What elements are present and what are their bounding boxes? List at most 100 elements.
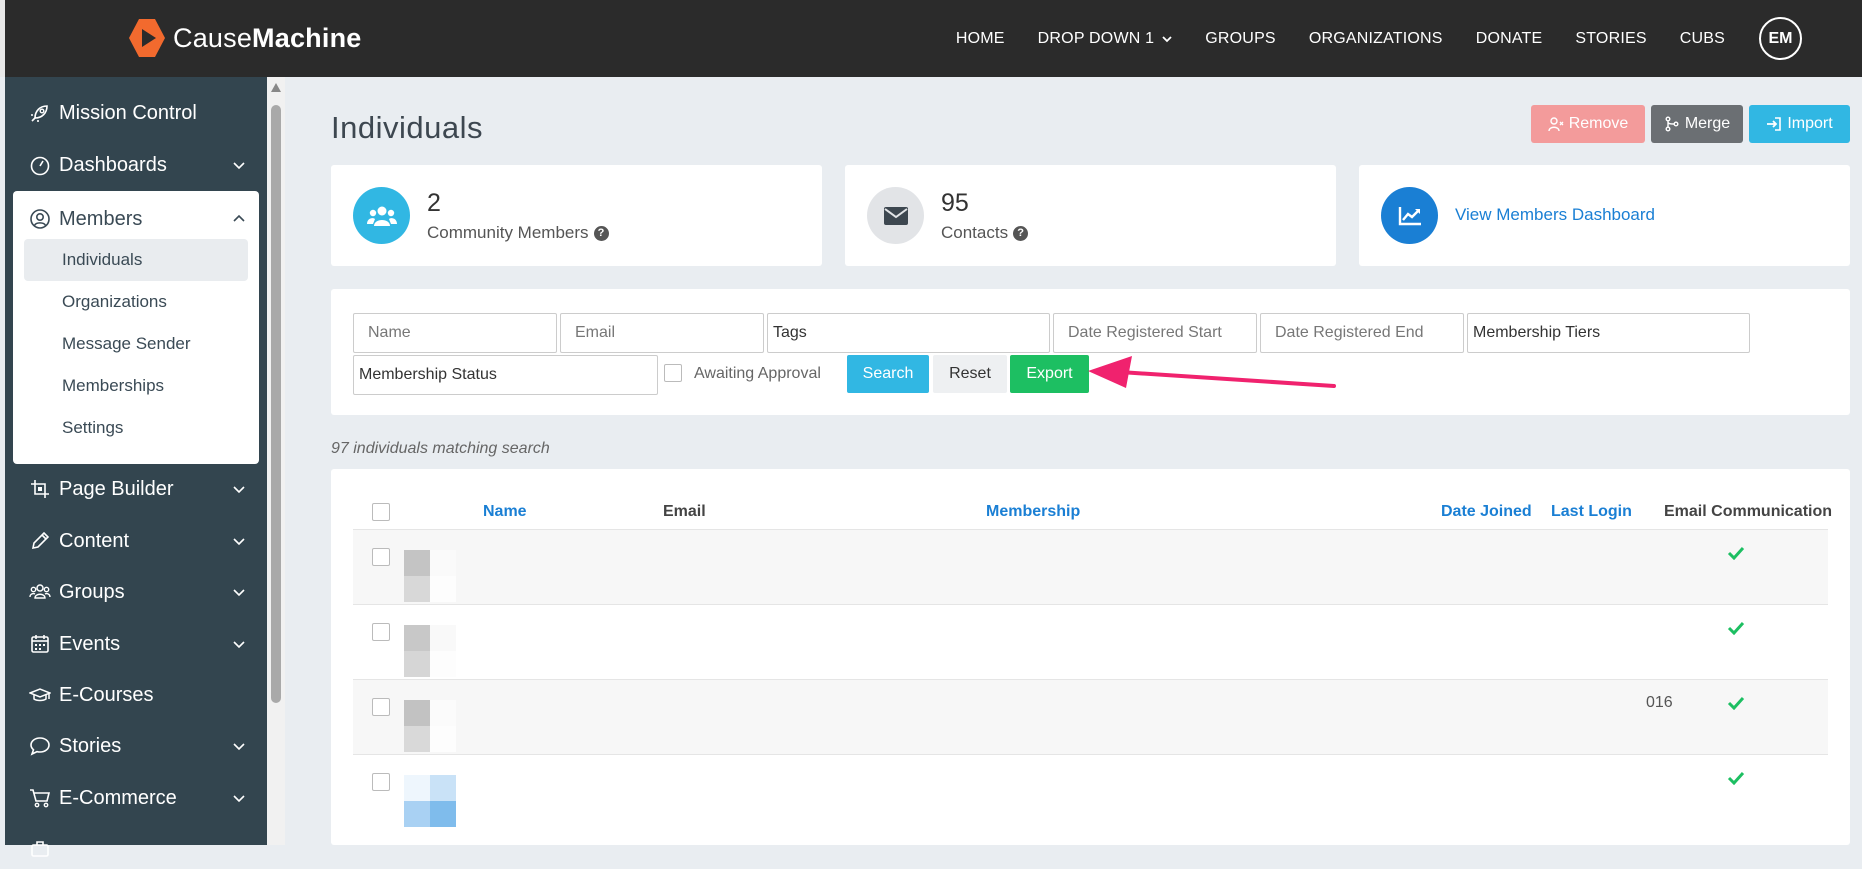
date-registered-start-input[interactable]: Date Registered Start — [1053, 313, 1257, 353]
row-checkbox[interactable] — [372, 773, 390, 791]
sign-in-icon — [1767, 117, 1782, 131]
sidebar-item-label: Stories — [59, 734, 122, 757]
sidebar-item-e-courses[interactable]: E-Courses — [5, 675, 267, 715]
nav-organizations[interactable]: ORGANIZATIONS — [1309, 30, 1443, 48]
brand-logo[interactable]: CauseMachine — [127, 16, 361, 60]
sidebar-item-mission-control[interactable]: Mission Control — [5, 93, 267, 133]
line-chart-icon — [1398, 206, 1421, 225]
nav-stories[interactable]: STORIES — [1575, 30, 1646, 48]
scrollbar-thumb[interactable] — [271, 105, 281, 703]
community-members-label: Community Members ? — [427, 223, 609, 243]
community-members-card: 2 Community Members ? — [331, 165, 822, 266]
rocket-icon — [31, 105, 48, 122]
remove-button[interactable]: Remove — [1531, 105, 1645, 143]
chevron-down-icon — [233, 641, 245, 649]
nav-home[interactable]: HOME — [956, 30, 1005, 48]
awaiting-approval-checkbox[interactable] — [664, 364, 682, 382]
nav-donate[interactable]: DONATE — [1476, 30, 1543, 48]
table-row[interactable]: 016 — [353, 679, 1828, 755]
name-filter-input[interactable]: Name — [353, 313, 557, 353]
chevron-down-icon — [233, 743, 245, 751]
community-members-text: Community Members — [427, 223, 589, 242]
column-header-name[interactable]: Name — [483, 503, 527, 521]
table-row[interactable] — [353, 604, 1828, 680]
sidebar: Mission Control Dashboards Members Indiv… — [5, 77, 267, 857]
contacts-label: Contacts ? — [941, 223, 1029, 243]
chevron-down-icon — [1162, 35, 1172, 42]
sidebar-item-groups[interactable]: Groups — [5, 572, 267, 612]
users-icon — [366, 206, 397, 226]
chart-circle — [1381, 187, 1438, 244]
sidebar-item-label: Dashboards — [59, 153, 167, 176]
import-button-label: Import — [1787, 115, 1833, 132]
membership-tiers-select[interactable]: Membership Tiers — [1467, 313, 1750, 353]
sidebar-subitem-message-sender[interactable]: Message Sender — [24, 323, 248, 365]
contacts-card: 95 Contacts ? — [845, 165, 1336, 266]
sidebar-scrollbar[interactable] — [267, 77, 285, 845]
merge-button[interactable]: Merge — [1651, 105, 1743, 143]
main-nav: HOME DROP DOWN 1 GROUPS ORGANIZATIONS DO… — [923, 0, 1802, 77]
avatar-thumbnail — [404, 700, 456, 752]
nav-drop-down-1[interactable]: DROP DOWN 1 — [1038, 30, 1173, 48]
sidebar-item-stories[interactable]: Stories — [5, 726, 267, 766]
gauge-icon — [30, 156, 50, 176]
scroll-up-arrow-icon[interactable] — [271, 83, 281, 92]
chevron-down-icon — [233, 795, 245, 803]
last-login-value: 016 — [1646, 694, 1673, 711]
membership-status-select[interactable]: Membership Status — [353, 355, 658, 395]
sidebar-subitem-organizations[interactable]: Organizations — [24, 281, 248, 323]
checkmark-icon — [1727, 621, 1745, 635]
contacts-count: 95 — [941, 189, 969, 217]
community-members-count: 2 — [427, 189, 441, 217]
user-avatar[interactable]: EM — [1759, 17, 1802, 60]
chevron-down-icon — [233, 486, 245, 494]
question-circle-icon[interactable]: ? — [593, 225, 609, 241]
column-header-date-joined[interactable]: Date Joined — [1441, 503, 1532, 521]
sidebar-item-page-builder[interactable]: Page Builder — [5, 469, 267, 509]
briefcase-icon — [31, 841, 49, 857]
sidebar-item-content[interactable]: Content — [5, 521, 267, 561]
avatar-thumbnail — [404, 625, 456, 677]
envelope-circle — [867, 187, 924, 244]
table-row[interactable] — [353, 529, 1828, 605]
column-header-email: Email — [663, 503, 706, 520]
search-button[interactable]: Search — [847, 355, 929, 393]
import-button[interactable]: Import — [1749, 105, 1850, 143]
sidebar-item-e-commerce[interactable]: E-Commerce — [5, 778, 267, 818]
question-circle-icon[interactable]: ? — [1013, 225, 1029, 241]
pencil-icon — [31, 531, 50, 550]
sidebar-item-dashboards[interactable]: Dashboards — [5, 145, 267, 185]
avatar-thumbnail — [404, 550, 456, 602]
sidebar-item-partial[interactable] — [5, 829, 267, 869]
sidebar-item-events[interactable]: Events — [5, 624, 267, 664]
reset-button[interactable]: Reset — [933, 355, 1007, 393]
top-navbar: CauseMachine HOME DROP DOWN 1 GROUPS ORG… — [0, 0, 1862, 77]
column-header-membership[interactable]: Membership — [986, 503, 1080, 521]
row-checkbox[interactable] — [372, 698, 390, 716]
table-row[interactable] — [353, 754, 1828, 830]
column-header-last-login[interactable]: Last Login — [1551, 503, 1632, 521]
sidebar-item-label: E-Courses — [59, 683, 154, 706]
sidebar-subitem-settings[interactable]: Settings — [24, 407, 248, 449]
chevron-up-icon — [233, 214, 245, 222]
sidebar-subitem-memberships[interactable]: Memberships — [24, 365, 248, 407]
shopping-cart-icon — [30, 789, 51, 808]
crop-icon — [31, 480, 49, 498]
export-button[interactable]: Export — [1010, 355, 1089, 393]
tags-select[interactable]: Tags — [767, 313, 1050, 353]
date-registered-end-input[interactable]: Date Registered End — [1260, 313, 1464, 353]
user-circle-icon — [30, 209, 50, 229]
graduation-cap-icon — [29, 688, 51, 702]
sidebar-item-label: Members — [59, 207, 143, 230]
brand-name: CauseMachine — [173, 22, 362, 53]
nav-groups[interactable]: GROUPS — [1205, 30, 1276, 48]
sidebar-subitem-individuals[interactable]: Individuals — [24, 239, 248, 281]
row-checkbox[interactable] — [372, 623, 390, 641]
column-header-email-communication: Email Communication — [1664, 503, 1833, 520]
view-members-dashboard-link[interactable]: View Members Dashboard — [1455, 205, 1655, 225]
row-checkbox[interactable] — [372, 548, 390, 566]
calendar-icon — [31, 635, 49, 653]
select-all-checkbox[interactable] — [372, 503, 390, 521]
nav-cubs[interactable]: CUBS — [1680, 30, 1725, 48]
email-filter-input[interactable]: Email — [560, 313, 764, 353]
